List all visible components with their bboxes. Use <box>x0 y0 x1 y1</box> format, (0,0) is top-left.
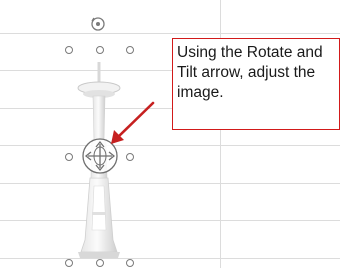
worksheet-canvas: Using the Rotate and Tilt arrow, adjust … <box>0 0 340 268</box>
callout-text-line: image. <box>177 84 224 101</box>
callout-text-line: Tilt arrow, adjust the <box>177 64 316 81</box>
instruction-callout: Using the Rotate and Tilt arrow, adjust … <box>172 38 340 130</box>
callout-text-line: Using the Rotate and <box>177 44 323 61</box>
